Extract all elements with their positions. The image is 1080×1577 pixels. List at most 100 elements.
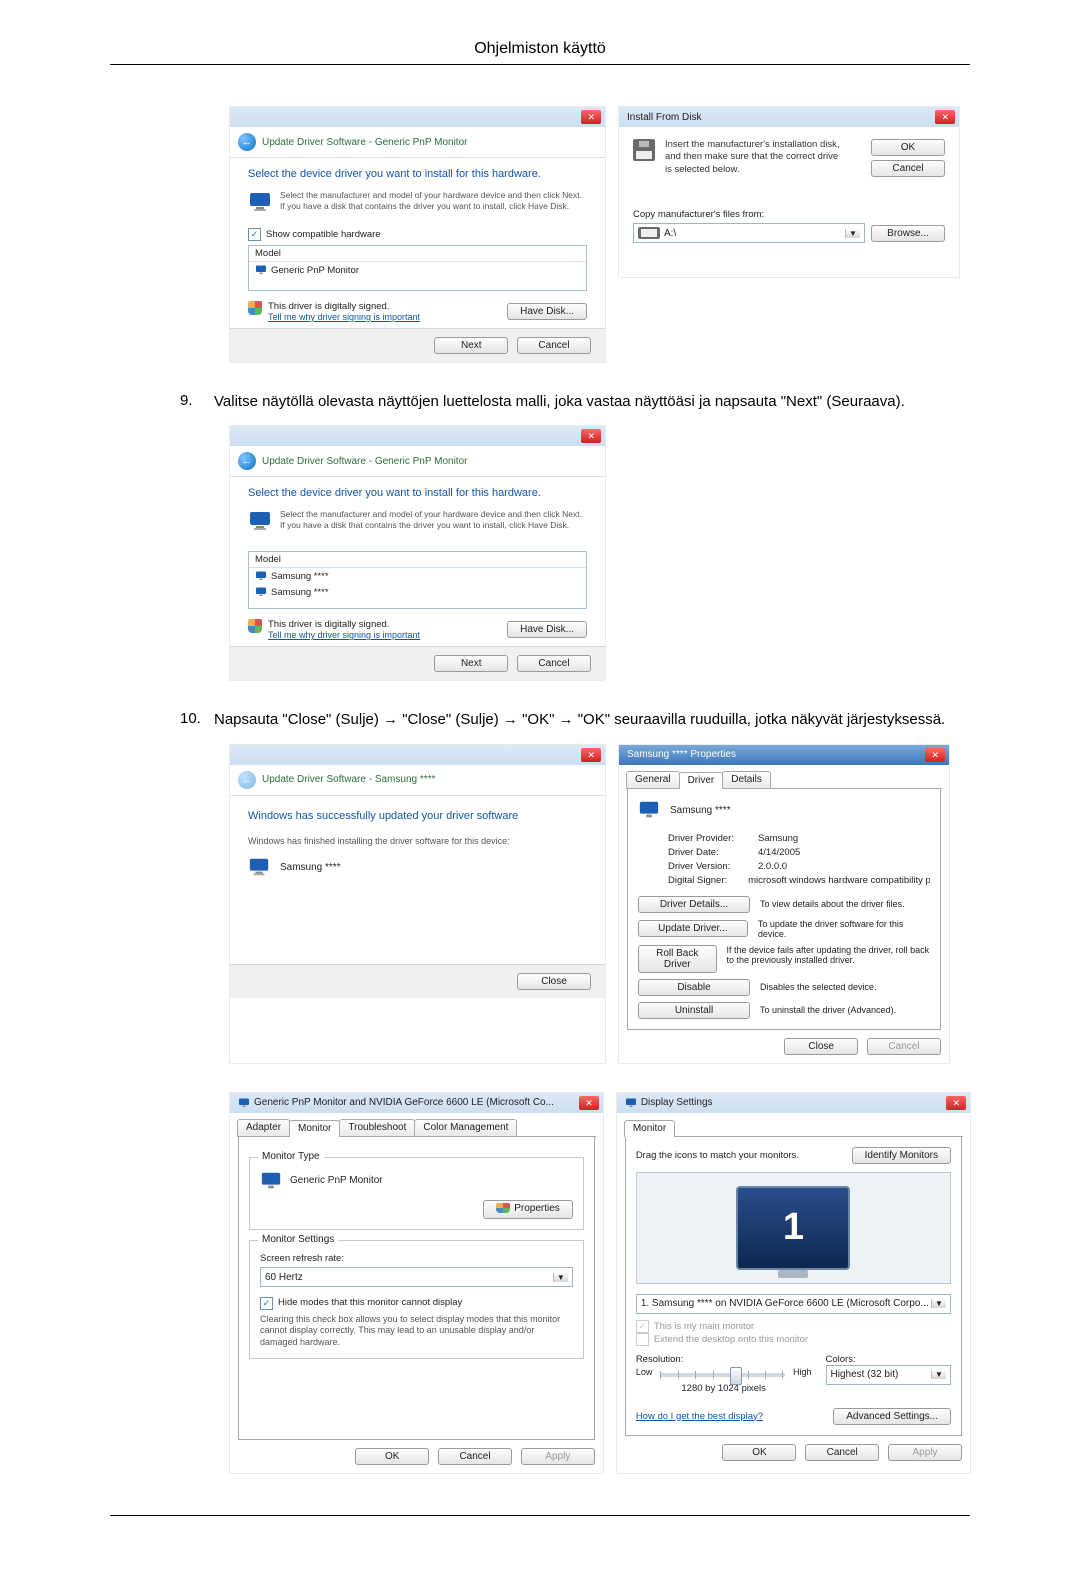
model-item[interactable]: Generic PnP Monitor [249, 262, 586, 278]
driver-details-button[interactable]: Driver Details... [638, 896, 750, 913]
close-button[interactable]: Close [784, 1038, 858, 1055]
cancel-button[interactable]: Cancel [438, 1448, 512, 1465]
hide-modes-checkbox[interactable]: ✓ [260, 1297, 273, 1310]
rollback-driver-button[interactable]: Roll Back Driver [638, 945, 717, 973]
help-link[interactable]: How do I get the best display? [636, 1411, 763, 1422]
update-driver-button[interactable]: Update Driver... [638, 920, 748, 937]
model-item-label: Samsung **** [271, 587, 329, 598]
wizard-heading: Select the device driver you want to ins… [248, 168, 587, 180]
monitor-preview-1[interactable]: 1 [736, 1186, 850, 1270]
wizard-intro: Select the manufacturer and model of you… [280, 190, 587, 214]
dialog-title: Samsung **** Properties [627, 749, 736, 760]
signer-value: microsoft windows hardware compatibility… [748, 875, 930, 886]
have-disk-button[interactable]: Have Disk... [507, 303, 587, 320]
have-disk-button[interactable]: Have Disk... [507, 621, 587, 638]
tab-monitor[interactable]: Monitor [624, 1120, 675, 1137]
tab-monitor[interactable]: Monitor [289, 1120, 340, 1137]
model-item-label: Samsung **** [271, 571, 329, 582]
hide-modes-desc: Clearing this check box allows you to se… [260, 1314, 573, 1348]
monitor-icon [255, 586, 267, 598]
device-name: Samsung **** [670, 805, 731, 816]
disable-desc: Disables the selected device. [760, 982, 877, 992]
main-monitor-checkbox: ✓ [636, 1320, 649, 1333]
colors-value: Highest (32 bit) [831, 1369, 899, 1380]
floppy-icon [633, 139, 655, 161]
monitor-select[interactable]: 1. Samsung **** on NVIDIA GeForce 6600 L… [636, 1294, 951, 1314]
ok-button[interactable]: OK [355, 1448, 429, 1465]
monitor-settings-legend: Monitor Settings [258, 1234, 338, 1245]
refresh-rate-select[interactable]: 60 Hertz ▼ [260, 1267, 573, 1287]
wizard-sub: Windows has finished installing the driv… [248, 836, 587, 846]
refresh-value: 60 Hertz [265, 1272, 303, 1283]
chevron-down-icon[interactable]: ▼ [845, 229, 860, 238]
cancel-button[interactable]: Cancel [517, 655, 591, 672]
tab-driver[interactable]: Driver [679, 772, 724, 789]
tab-troubleshoot[interactable]: Troubleshoot [339, 1119, 415, 1136]
screenshot-row-4: Generic PnP Monitor and NVIDIA GeForce 6… [230, 1093, 970, 1473]
monitor-icon [248, 856, 272, 880]
close-icon[interactable]: ✕ [925, 748, 945, 762]
model-list[interactable]: Model Generic PnP Monitor [248, 245, 587, 291]
resolution-slider[interactable] [660, 1373, 785, 1377]
window-titlebar: ✕ [230, 107, 605, 127]
model-header: Model [249, 552, 586, 568]
chevron-down-icon[interactable]: ▼ [931, 1370, 946, 1379]
close-icon[interactable]: ✕ [946, 1096, 966, 1110]
shield-icon [496, 1203, 510, 1213]
ok-button[interactable]: OK [722, 1444, 796, 1461]
cancel-button: Cancel [867, 1038, 941, 1055]
slider-thumb[interactable] [730, 1367, 742, 1385]
path-combobox[interactable]: A:\ ▼ [633, 223, 865, 243]
driver-signed-link[interactable]: Tell me why driver signing is important [268, 630, 420, 640]
ok-button[interactable]: OK [871, 139, 945, 156]
close-icon[interactable]: ✕ [935, 110, 955, 124]
disable-button[interactable]: Disable [638, 979, 750, 996]
next-button[interactable]: Next [434, 337, 508, 354]
resolution-label: Resolution: [636, 1354, 812, 1365]
model-item[interactable]: Samsung **** [249, 584, 586, 600]
back-icon[interactable]: ← [238, 133, 256, 151]
tab-general[interactable]: General [626, 771, 680, 788]
monitor-arrangement-area[interactable]: 1 [636, 1172, 951, 1284]
extend-desktop-label: Extend the desktop onto this monitor [654, 1334, 808, 1345]
browse-button[interactable]: Browse... [871, 225, 945, 242]
identify-monitors-button[interactable]: Identify Monitors [852, 1147, 951, 1164]
uninstall-button[interactable]: Uninstall [638, 1002, 750, 1019]
back-icon[interactable]: ← [238, 452, 256, 470]
chevron-down-icon[interactable]: ▼ [931, 1299, 946, 1308]
advanced-settings-button[interactable]: Advanced Settings... [833, 1408, 951, 1425]
driver-signed-link[interactable]: Tell me why driver signing is important [268, 312, 420, 322]
model-list[interactable]: Model Samsung **** Samsung **** [248, 551, 587, 609]
step-10: 10. Napsauta "Close" (Sulje) → "Close" (… [180, 710, 970, 730]
dialog-title: Install From Disk [627, 112, 701, 123]
update-driver-wizard-2: ✕ ← Update Driver Software - Generic PnP… [230, 426, 605, 680]
cancel-button[interactable]: Cancel [805, 1444, 879, 1461]
tab-details[interactable]: Details [722, 771, 771, 788]
monitor-select-value: 1. Samsung **** on NVIDIA GeForce 6600 L… [641, 1298, 929, 1309]
dialog-title: Generic PnP Monitor and NVIDIA GeForce 6… [254, 1097, 554, 1108]
monitor-type-legend: Monitor Type [258, 1151, 324, 1162]
cancel-button[interactable]: Cancel [871, 160, 945, 177]
monitor-icon [255, 570, 267, 582]
path-value: A:\ [664, 228, 676, 239]
close-icon[interactable]: ✕ [579, 1096, 599, 1110]
tab-color-management[interactable]: Color Management [414, 1119, 517, 1136]
extend-desktop-checkbox [636, 1333, 649, 1346]
close-button[interactable]: Close [517, 973, 591, 990]
chevron-down-icon[interactable]: ▼ [553, 1273, 568, 1282]
dialog-title: Display Settings [641, 1097, 713, 1108]
close-icon[interactable]: ✕ [581, 110, 601, 124]
compat-checkbox[interactable]: ✓ [248, 228, 261, 241]
date-value: 4/14/2005 [758, 847, 800, 858]
back-icon: ← [238, 771, 256, 789]
close-icon[interactable]: ✕ [581, 748, 601, 762]
properties-button[interactable]: Properties [483, 1200, 573, 1220]
tab-adapter[interactable]: Adapter [237, 1119, 290, 1136]
close-icon[interactable]: ✕ [581, 429, 601, 443]
step-text: Napsauta "Close" (Sulje) → "Close" (Sulj… [214, 710, 945, 730]
floppy-icon [638, 227, 660, 239]
model-item[interactable]: Samsung **** [249, 568, 586, 584]
colors-select[interactable]: Highest (32 bit) ▼ [826, 1365, 952, 1385]
next-button[interactable]: Next [434, 655, 508, 672]
cancel-button[interactable]: Cancel [517, 337, 591, 354]
